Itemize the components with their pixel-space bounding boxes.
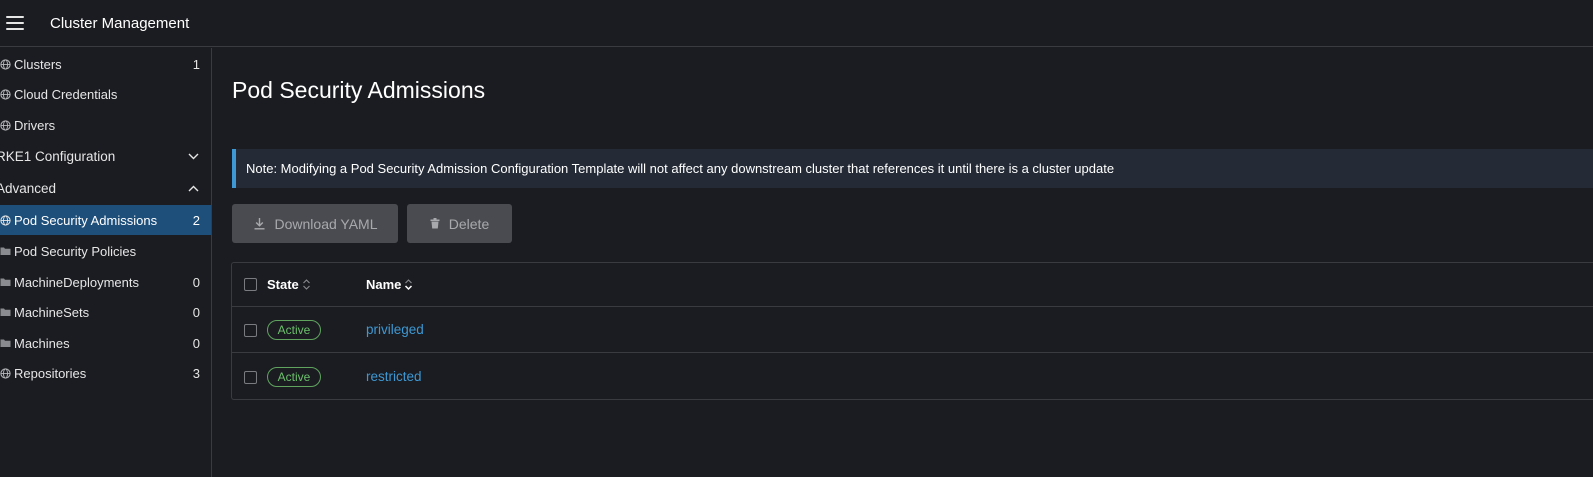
- main-content: Pod Security Admissions Note: Modifying …: [213, 48, 1593, 477]
- sidebar-item-label: MachineDeployments: [14, 274, 140, 290]
- chevron-up-icon: [183, 185, 203, 192]
- sidebar-group-advanced[interactable]: Advanced: [0, 173, 211, 203]
- sidebar-item-label: MachineSets: [14, 304, 90, 320]
- sidebar-item-machinedeployments[interactable]: MachineDeployments 0: [0, 267, 211, 297]
- row-name-link[interactable]: restricted: [366, 369, 422, 384]
- app-title: Cluster Management: [50, 14, 190, 32]
- table-row: Active privileged: [232, 307, 1593, 353]
- folder-icon: [0, 246, 11, 257]
- sidebar-item-count: 2: [192, 212, 200, 228]
- chevron-down-icon: [183, 153, 203, 160]
- column-header-state[interactable]: State: [267, 277, 311, 292]
- page-title: Pod Security Admissions: [232, 77, 486, 103]
- sidebar-item-count: 3: [192, 365, 200, 381]
- info-banner-text: Note: Modifying a Pod Security Admission…: [246, 161, 1115, 176]
- top-header: Cluster Management: [0, 0, 1593, 47]
- hamburger-icon[interactable]: [6, 16, 24, 30]
- download-icon: [253, 217, 266, 230]
- sidebar-item-machinesets[interactable]: MachineSets 0: [0, 297, 211, 327]
- sidebar-item-label: Cloud Credentials: [14, 86, 118, 102]
- row-checkbox[interactable]: [244, 324, 257, 337]
- sidebar-item-machines[interactable]: Machines 0: [0, 328, 211, 358]
- sidebar-item-clusters[interactable]: Clusters 1: [0, 49, 211, 79]
- globe-icon: [0, 88, 11, 100]
- globe-icon: [0, 214, 11, 226]
- sidebar: Clusters 1 Cloud Credentials Drivers RKE…: [0, 48, 212, 477]
- sidebar-item-label: Machines: [14, 335, 70, 351]
- sidebar-item-count: 0: [192, 274, 200, 290]
- resources-table: State Name Active privileged Active rest…: [231, 262, 1593, 400]
- sort-descending-icon: [404, 278, 413, 291]
- sidebar-item-count: 1: [192, 56, 200, 72]
- status-badge: Active: [267, 320, 321, 340]
- download-yaml-label: Download YAML: [274, 215, 378, 232]
- delete-button[interactable]: Delete: [407, 204, 512, 243]
- trash-icon: [430, 218, 440, 229]
- sidebar-item-count: 0: [192, 304, 200, 320]
- sidebar-item-cloud-credentials[interactable]: Cloud Credentials: [0, 79, 211, 109]
- sidebar-item-label: Pod Security Policies: [14, 243, 137, 259]
- sidebar-item-count: 0: [192, 335, 200, 351]
- table-header: State Name: [232, 263, 1593, 307]
- folder-icon: [0, 277, 11, 288]
- sidebar-item-pod-security-policies[interactable]: Pod Security Policies: [0, 236, 211, 266]
- sidebar-item-pod-security-admissions[interactable]: Pod Security Admissions 2: [0, 205, 211, 235]
- globe-icon: [0, 367, 11, 379]
- download-yaml-button[interactable]: Download YAML: [232, 204, 398, 243]
- status-badge: Active: [267, 367, 321, 387]
- table-row: Active restricted: [232, 354, 1593, 400]
- folder-icon: [0, 338, 11, 349]
- sidebar-item-label: Drivers: [14, 117, 56, 133]
- sidebar-group-rke1-configuration[interactable]: RKE1 Configuration: [0, 141, 211, 171]
- sidebar-item-drivers[interactable]: Drivers: [0, 110, 211, 140]
- row-checkbox[interactable]: [244, 371, 257, 384]
- select-all-checkbox[interactable]: [244, 278, 257, 291]
- sidebar-item-repositories[interactable]: Repositories 3: [0, 358, 211, 388]
- column-header-name[interactable]: Name: [366, 277, 413, 292]
- sort-icon: [302, 278, 311, 291]
- folder-icon: [0, 307, 11, 318]
- sidebar-group-label: RKE1 Configuration: [0, 148, 116, 164]
- globe-icon: [0, 119, 11, 131]
- sidebar-item-label: Repositories: [14, 365, 87, 381]
- column-header-label: State: [267, 277, 299, 292]
- sidebar-group-label: Advanced: [0, 180, 57, 196]
- info-banner: Note: Modifying a Pod Security Admission…: [232, 149, 1593, 188]
- column-header-label: Name: [366, 277, 402, 292]
- sidebar-item-label: Pod Security Admissions: [14, 212, 158, 228]
- row-name-link[interactable]: privileged: [366, 322, 424, 337]
- sidebar-item-label: Clusters: [14, 56, 62, 72]
- delete-label: Delete: [448, 215, 490, 232]
- globe-icon: [0, 58, 11, 70]
